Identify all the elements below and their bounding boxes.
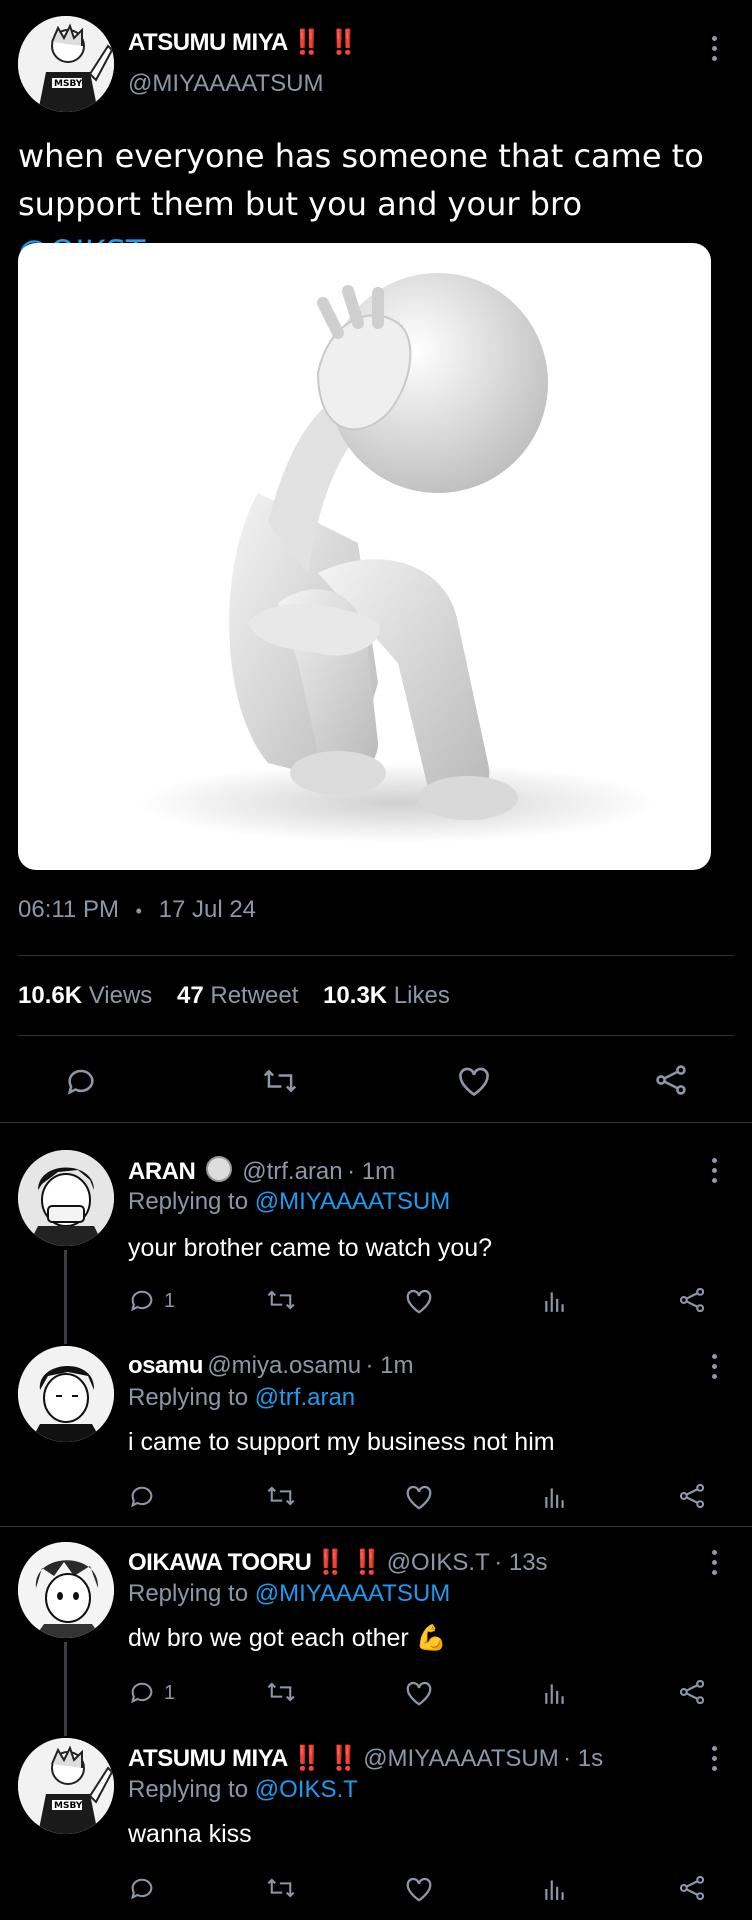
reply-icon[interactable] (128, 1286, 156, 1314)
replying-to-prefix: Replying to (128, 1776, 249, 1803)
more-options-icon[interactable] (710, 1550, 718, 1575)
like-icon[interactable] (456, 1064, 492, 1098)
like-icon[interactable] (404, 1287, 434, 1315)
reply-text: dw bro we got each other 💪 (128, 1624, 447, 1652)
views-icon[interactable] (542, 1679, 568, 1707)
reply-author-name[interactable]: osamu (128, 1352, 203, 1379)
divider-replies (0, 1122, 752, 1123)
svg-text:MSBY: MSBY (54, 1801, 83, 1811)
like-icon[interactable] (404, 1679, 434, 1707)
verified-badge-icon (205, 1156, 232, 1182)
reply-icon[interactable] (64, 1064, 98, 1098)
reply-text: i came to support my business not him (128, 1428, 555, 1456)
tweet-time: 06:11 PM (18, 896, 119, 923)
author-handle[interactable]: @MIYAAAATSUM (128, 70, 324, 98)
divider-top-stats (18, 955, 734, 956)
like-icon[interactable] (404, 1875, 434, 1903)
reply-avatar[interactable] (18, 1150, 114, 1246)
like-icon[interactable] (404, 1483, 434, 1511)
reply-author-emoji: ‼️ ‼️ (292, 1745, 359, 1772)
timestamp-separator: • (135, 901, 142, 921)
thread-line (64, 1642, 67, 1736)
reply-time: · 1m (347, 1158, 396, 1185)
replying-to: Replying to @trf.aran (128, 1384, 355, 1412)
reply-author-name[interactable]: ARAN (128, 1158, 196, 1185)
reply-header: ARAN @trf.aran · 1m (128, 1156, 395, 1186)
replying-to-prefix: Replying to (128, 1384, 249, 1411)
views-icon[interactable] (542, 1483, 568, 1511)
reply-header: ATSUMU MIYA ‼️ ‼️ @MIYAAAATSUM · 1s (128, 1744, 603, 1773)
reply-icon[interactable] (128, 1874, 156, 1902)
svg-text:MSBY: MSBY (54, 79, 83, 89)
divider-thread (0, 1526, 752, 1527)
reply-header: osamu @miya.osamu · 1m (128, 1352, 414, 1380)
replying-to: Replying to @MIYAAAATSUM (128, 1580, 450, 1608)
more-options-icon[interactable] (710, 36, 718, 61)
reply-avatar[interactable] (18, 1542, 114, 1638)
replying-to-prefix: Replying to (128, 1580, 249, 1607)
reply-time: · 1s (563, 1745, 604, 1772)
replying-to-handle[interactable]: @MIYAAAATSUM (255, 1580, 451, 1607)
share-icon[interactable] (678, 1678, 706, 1706)
share-icon[interactable] (678, 1874, 706, 1902)
reply-time: · 13s (494, 1549, 548, 1576)
replying-to-handle[interactable]: @trf.aran (255, 1384, 355, 1411)
share-icon[interactable] (678, 1286, 706, 1314)
reply-text: wanna kiss (128, 1820, 252, 1848)
retweet-icon[interactable] (266, 1286, 296, 1314)
likes-label: Likes (393, 982, 450, 1009)
more-options-icon[interactable] (710, 1158, 718, 1183)
reply-header: OIKAWA TOORU ‼️ ‼️ @OIKS.T · 13s (128, 1548, 548, 1577)
author-emoji: ‼️ ‼️ (292, 29, 359, 56)
thread-line (64, 1250, 67, 1344)
share-icon[interactable] (654, 1063, 688, 1097)
retweet-icon[interactable] (262, 1064, 298, 1098)
reply-author-name[interactable]: OIKAWA TOORU (128, 1549, 312, 1576)
tweet-stats: 10.6K Views 47 Retweet 10.3K Likes (18, 982, 450, 1010)
tweet-timestamp: 06:11 PM • 17 Jul 24 (18, 896, 256, 924)
replying-to: Replying to @MIYAAAATSUM (128, 1188, 450, 1216)
views-icon[interactable] (542, 1875, 568, 1903)
views-label: Views (88, 982, 153, 1009)
reply-author-name[interactable]: ATSUMU MIYA (128, 1745, 288, 1772)
retweets-count: 47 (176, 982, 204, 1009)
tweet-body: when everyone has someone that came to s… (18, 137, 704, 223)
retweet-icon[interactable] (266, 1482, 296, 1510)
views-icon[interactable] (542, 1287, 568, 1315)
reply-text: your brother came to watch you? (128, 1234, 493, 1262)
reply-icon[interactable] (128, 1678, 156, 1706)
views-count: 10.6K (18, 982, 83, 1009)
more-options-icon[interactable] (710, 1746, 718, 1771)
reply-author-handle[interactable]: @trf.aran (242, 1158, 342, 1185)
more-options-icon[interactable] (710, 1354, 718, 1379)
replying-to: Replying to @OIKS.T (128, 1776, 358, 1804)
author-name-row: ATSUMU MIYA ‼️ ‼️ (128, 28, 359, 57)
reply-avatar[interactable] (18, 1346, 114, 1442)
reply-time: · 1m (365, 1352, 414, 1379)
retweets-label: Retweet (210, 982, 299, 1009)
replying-to-handle[interactable]: @OIKS.T (255, 1776, 358, 1803)
reply-author-handle[interactable]: @miya.osamu (207, 1352, 361, 1379)
reply-count: 1 (164, 1682, 176, 1704)
divider-bottom-stats (18, 1035, 734, 1036)
tweet-image[interactable] (18, 243, 711, 870)
likes-count: 10.3K (323, 982, 388, 1009)
retweet-icon[interactable] (266, 1874, 296, 1902)
likes-stat[interactable]: 10.3K Likes (323, 982, 450, 1009)
views-stat[interactable]: 10.6K Views (18, 982, 159, 1009)
replying-to-prefix: Replying to (128, 1188, 249, 1215)
tweet-date: 17 Jul 24 (158, 896, 257, 923)
reply-icon[interactable] (128, 1482, 156, 1510)
reply-author-emoji: ‼️ ‼️ (315, 1549, 383, 1576)
author-name[interactable]: ATSUMU MIYA (128, 29, 288, 56)
share-icon[interactable] (678, 1482, 706, 1510)
reply-avatar[interactable]: MSBY (18, 1738, 114, 1834)
replying-to-handle[interactable]: @MIYAAAATSUM (255, 1188, 451, 1215)
retweets-stat[interactable]: 47 Retweet (177, 982, 305, 1009)
retweet-icon[interactable] (266, 1678, 296, 1706)
reply-count: 1 (164, 1290, 176, 1312)
reply-author-handle[interactable]: @MIYAAAATSUM (363, 1745, 559, 1772)
author-avatar[interactable]: MSBY (18, 16, 114, 112)
reply-author-handle[interactable]: @OIKS.T (387, 1549, 490, 1576)
